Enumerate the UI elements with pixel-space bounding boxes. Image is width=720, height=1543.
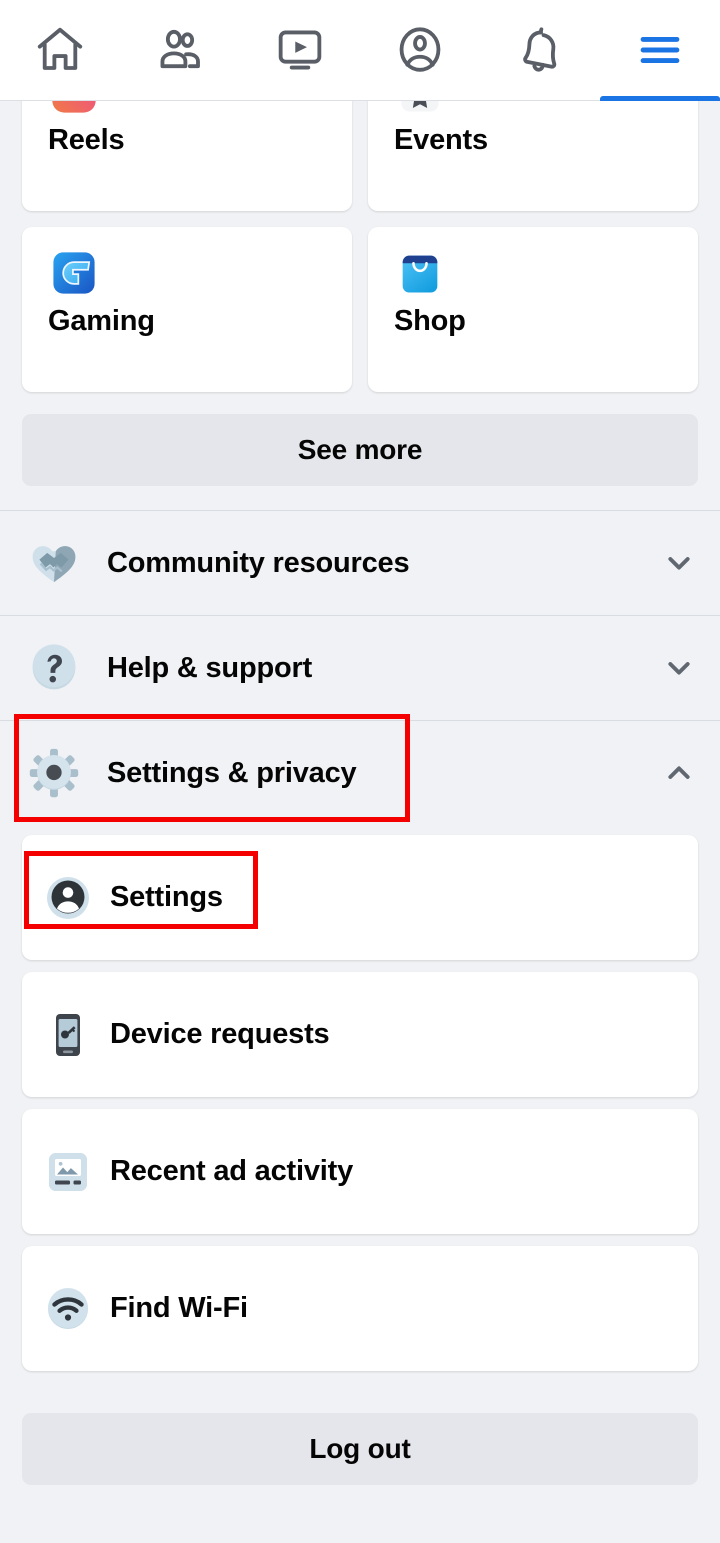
shortcut-label: Shop [394,305,466,337]
reels-icon [48,101,100,122]
profile-circle-icon [393,23,447,77]
submenu-item-settings[interactable]: Settings [22,835,698,960]
accordion-community-resources[interactable]: Community resources [0,510,720,615]
video-play-icon [273,23,327,77]
submenu-item-device-requests[interactable]: Device requests [22,972,698,1097]
shopping-bag-icon [394,255,446,303]
shortcut-label: Gaming [48,305,155,337]
phone-key-icon [44,1011,92,1059]
chevron-down-icon[interactable] [663,547,695,579]
bell-icon [513,23,567,77]
submenu-label: Find Wi-Fi [110,1292,248,1324]
logout-container: Log out [0,1383,720,1485]
shortcut-label: Events [394,124,488,156]
account-avatar-icon [44,874,92,922]
ad-image-icon [44,1148,92,1196]
submenu-item-find-wifi[interactable]: Find Wi-Fi [22,1246,698,1371]
shortcut-card-events[interactable]: Events [368,101,698,211]
log-out-button[interactable]: Log out [22,1413,698,1485]
shortcut-card-shop[interactable]: Shop [368,227,698,392]
submenu-label: Recent ad activity [110,1155,353,1187]
shortcut-label: Reels [48,124,125,156]
nav-tab-watch[interactable] [240,0,360,100]
home-icon [33,23,87,77]
accordion-label: Settings & privacy [107,756,357,789]
shortcut-grid: Reels Events Gaming Shop [0,101,720,392]
handshake-heart-icon [27,536,81,590]
accordion-label: Community resources [107,546,410,579]
accordion-settings-privacy[interactable]: Settings & privacy [0,714,720,825]
chevron-up-icon[interactable] [663,757,695,789]
settings-submenu: Settings Device requests Recent ad activ… [0,835,720,1371]
see-more-container: See more [0,392,720,510]
events-calendar-icon [394,101,446,122]
top-navigation-bar [0,0,720,101]
nav-tab-menu[interactable] [600,0,720,101]
shortcut-card-gaming[interactable]: Gaming [22,227,352,392]
nav-tab-home[interactable] [0,0,120,100]
nav-tab-notifications[interactable] [480,0,600,100]
menu-scroll-area[interactable]: Reels Events Gaming Shop See more Commun… [0,101,720,1543]
shortcut-card-reels[interactable]: Reels [22,101,352,211]
nav-tab-profile[interactable] [360,0,480,100]
chevron-down-icon[interactable] [663,652,695,684]
wifi-icon [44,1285,92,1333]
facebook-menu-screen: Reels Events Gaming Shop See more Commun… [0,0,720,1543]
submenu-item-recent-ad-activity[interactable]: Recent ad activity [22,1109,698,1234]
see-more-button[interactable]: See more [22,414,698,486]
accordion-label: Help & support [107,651,313,684]
question-mark-icon [27,641,81,695]
submenu-label: Settings [110,881,223,913]
hamburger-menu-icon [633,23,687,77]
gear-icon [27,746,81,800]
nav-tab-friends[interactable] [120,0,240,100]
accordion-help-support[interactable]: Help & support [0,615,720,720]
submenu-label: Device requests [110,1018,330,1050]
gaming-controller-icon [48,252,100,303]
friends-icon [153,23,207,77]
